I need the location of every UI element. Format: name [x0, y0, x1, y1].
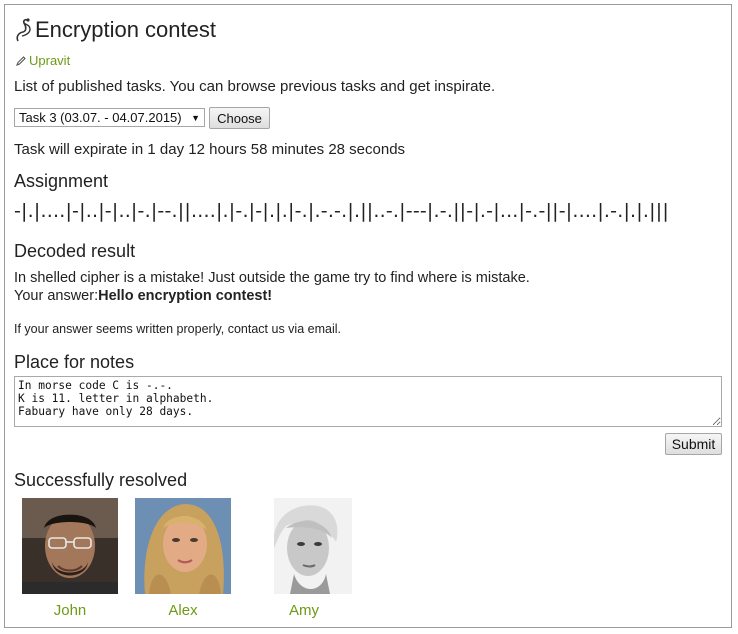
task-select[interactable]: Task 3 (03.07. - 04.07.2015) ▼: [14, 108, 205, 127]
answer-prefix: Your answer:: [14, 288, 99, 304]
answer-value: Hello encryption contest!: [98, 288, 273, 304]
decoded-message: In shelled cipher is a mistake! Just out…: [14, 270, 530, 286]
user-name: Alex: [168, 602, 198, 619]
assignment-heading: Assignment: [14, 171, 109, 191]
contest-panel: Encryption contest Upravit List of publi…: [4, 4, 732, 628]
answer-line: Your answer:Hello encryption contest!: [14, 288, 272, 304]
contact-note: If your answer seems written properly, c…: [14, 322, 341, 336]
notes-textarea[interactable]: In morse code C is -.-. K is 11. letter …: [14, 376, 722, 427]
resolved-user[interactable]: John: [22, 498, 118, 619]
task-select-value: Task 3 (03.07. - 04.07.2015): [19, 110, 182, 125]
quill-icon: [16, 18, 31, 42]
pencil-icon: [16, 55, 26, 66]
cipher-text: -|.|....|-|..|-|..|-.|--.||....|.|-.|-|.…: [14, 200, 669, 222]
title-row: Encryption contest: [14, 17, 216, 43]
decoded-heading: Decoded result: [14, 241, 136, 261]
countdown-text: Task will expirate in 1 day 12 hours 58 …: [14, 141, 406, 158]
avatar: [256, 498, 352, 594]
avatar: [135, 498, 231, 594]
notes-heading: Place for notes: [14, 352, 135, 372]
intro-text: List of published tasks. You can browse …: [14, 78, 496, 95]
choose-button[interactable]: Choose: [209, 107, 270, 129]
edit-link[interactable]: Upravit: [16, 53, 70, 68]
resolved-user[interactable]: Amy: [256, 498, 352, 619]
dropdown-arrow-icon: ▼: [191, 112, 200, 123]
submit-button[interactable]: Submit: [665, 433, 722, 455]
avatar: [22, 498, 118, 594]
resolved-user[interactable]: Alex: [135, 498, 231, 619]
user-name: Amy: [289, 602, 319, 619]
page-title: Encryption contest: [35, 17, 216, 42]
edit-link-label: Upravit: [29, 53, 71, 68]
user-name: John: [53, 602, 87, 619]
resolved-heading: Successfully resolved: [14, 470, 188, 490]
